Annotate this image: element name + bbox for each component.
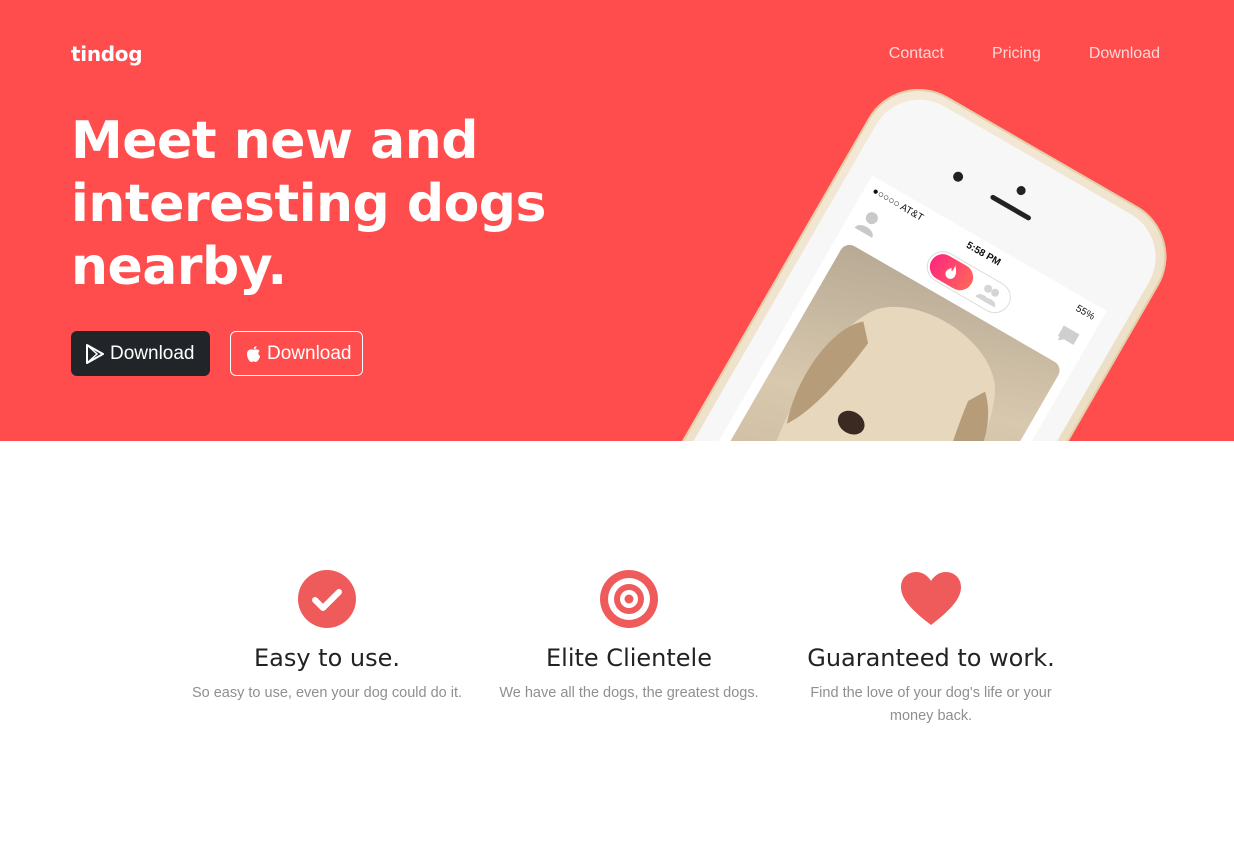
feature-easy-to-use: Easy to use. So easy to use, even your d…	[176, 568, 478, 728]
heart-icon	[901, 572, 961, 625]
feature-description: So easy to use, even your dog could do i…	[191, 685, 463, 701]
phone-face: ●○○○○ AT&T 5:58 PM 55%	[601, 81, 1174, 441]
google-play-download-label: Download	[110, 342, 195, 364]
chat-icon	[1057, 325, 1080, 345]
feature-description: Find the love of your dog's life or your…	[810, 685, 1052, 724]
group-icon	[975, 284, 999, 308]
battery-label: 55%	[1073, 302, 1097, 323]
nav-link-download[interactable]: Download	[1089, 45, 1160, 63]
hero-section: tindog Contact Pricing Download Meet new…	[0, 0, 1234, 441]
hero-headline: Meet new and interesting dogs nearby.	[71, 111, 546, 297]
app-store-download-label: Download	[267, 342, 352, 364]
feature-title: Elite Clientele	[546, 644, 712, 672]
nav-link-pricing[interactable]: Pricing	[992, 45, 1041, 63]
phone-mockup: ●○○○○ AT&T 5:58 PM 55%	[587, 67, 1188, 441]
feature-title: Easy to use.	[253, 644, 401, 672]
feature-title: Guaranteed to work.	[807, 644, 1055, 672]
flame-toggle-active	[924, 249, 978, 295]
feature-elite-clientele: Elite Clientele We have all the dogs, th…	[478, 568, 780, 728]
check-circle-icon	[298, 570, 356, 628]
app-store-download-button[interactable]: Download	[230, 331, 363, 376]
google-play-icon	[86, 343, 104, 364]
brand-logo[interactable]: tindog	[71, 42, 143, 66]
flame-icon	[945, 265, 956, 279]
proximity-sensor	[951, 169, 965, 184]
apple-icon	[246, 345, 261, 363]
phone-screen: ●○○○○ AT&T 5:58 PM 55%	[650, 175, 1107, 441]
feature-guaranteed-to-work: Guaranteed to work. Find the love of you…	[780, 568, 1082, 728]
earpiece-speaker	[989, 193, 1032, 222]
top-nav: Contact Pricing Download	[889, 45, 1160, 63]
features-section: Easy to use. So easy to use, even your d…	[176, 568, 1082, 728]
google-play-download-button[interactable]: Download	[71, 331, 210, 376]
feature-description: We have all the dogs, the greatest dogs.	[499, 685, 759, 701]
bullseye-icon	[600, 570, 658, 628]
profile-icon	[854, 212, 878, 238]
nav-link-contact[interactable]: Contact	[889, 45, 944, 63]
front-camera-icon	[1014, 184, 1027, 197]
